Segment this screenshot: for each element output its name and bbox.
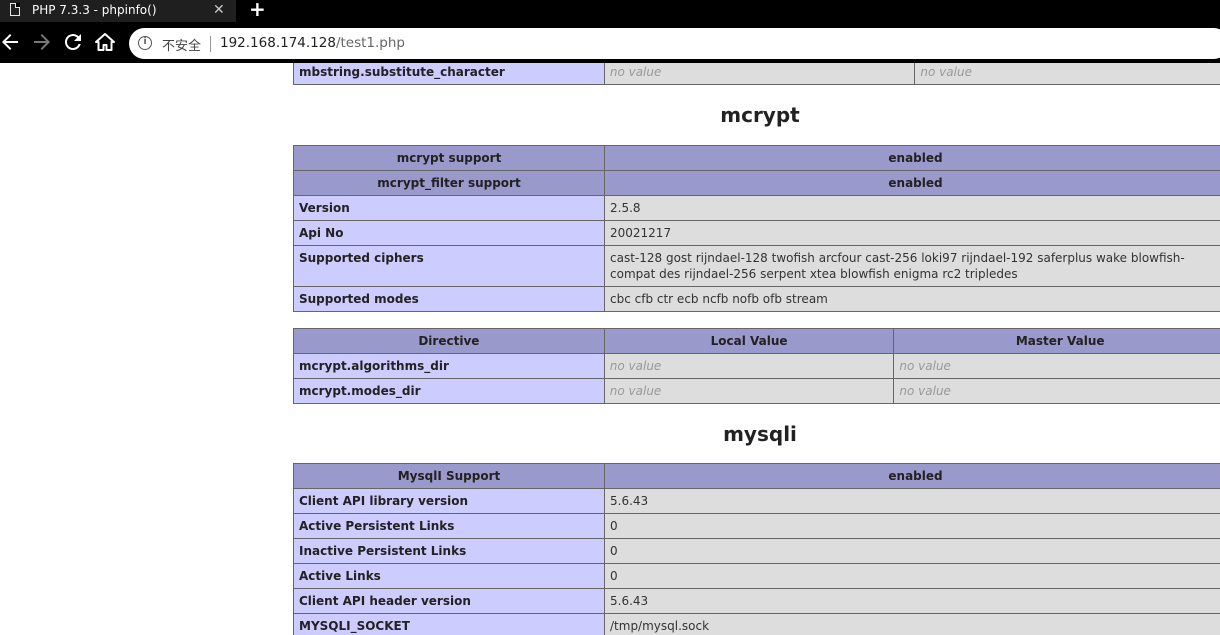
- table-row: Active Persistent Links 0: [293, 513, 1220, 539]
- row-name: Inactive Persistent Links: [293, 538, 605, 564]
- table-row: mcrypt_filter support enabled: [293, 170, 1220, 196]
- row-name: mcrypt_filter support: [293, 170, 605, 196]
- row-name: MYSQLI_SOCKET: [293, 613, 605, 635]
- mcrypt-info-table: mcrypt support enabled mcrypt_filter sup…: [293, 145, 1220, 312]
- info-icon[interactable]: i: [138, 36, 152, 50]
- table-row: Version 2.5.8: [293, 195, 1220, 221]
- row-value: 0: [604, 538, 1220, 564]
- back-icon[interactable]: [0, 30, 22, 54]
- tab-phpinfo[interactable]: PHP 7.3.3 - phpinfo() ✕: [0, 0, 236, 22]
- mysqli-info-table: MysqlI Support enabled Client API librar…: [293, 463, 1220, 635]
- url-path: /test1.php: [335, 35, 406, 51]
- column-header-local: Local Value: [603, 328, 895, 354]
- tab-title: PHP 7.3.3 - phpinfo(): [32, 3, 157, 17]
- browser-toolbar: i 不安全 192.168.174.128/test1.php: [0, 22, 1220, 63]
- table-row: Client API header version 5.6.43: [293, 588, 1220, 614]
- url-host: 192.168.174.128: [220, 35, 336, 51]
- row-value: enabled: [604, 170, 1220, 196]
- row-value: cbc cfb ctr ecb ncfb nofb ofb stream: [604, 286, 1220, 312]
- table-row: Inactive Persistent Links 0: [293, 538, 1220, 564]
- section-title-mcrypt: mcrypt: [720, 103, 800, 127]
- directive-name: mcrypt.algorithms_dir: [293, 353, 605, 379]
- row-value: 5.6.43: [604, 488, 1220, 514]
- reload-icon[interactable]: [61, 30, 85, 54]
- row-value: /tmp/mysql.sock: [604, 613, 1220, 635]
- row-name: Version: [293, 195, 605, 221]
- table-row: mcrypt support enabled: [293, 145, 1220, 171]
- table-row: Supported modes cbc cfb ctr ecb ncfb nof…: [293, 286, 1220, 312]
- section-title-mysqli: mysqli: [723, 422, 797, 446]
- table-row: Supported ciphers cast-128 gost rijndael…: [293, 245, 1220, 287]
- table-row: MYSQLI_SOCKET /tmp/mysql.sock: [293, 613, 1220, 635]
- directive-name: mcrypt.modes_dir: [293, 378, 605, 404]
- row-value: 2.5.8: [604, 195, 1220, 221]
- table-row: mbstring.substitute_character no value n…: [293, 63, 1220, 85]
- security-label[interactable]: 不安全: [162, 35, 201, 54]
- page-icon: [10, 3, 20, 16]
- local-value: no value: [603, 63, 916, 85]
- tab-strip: PHP 7.3.3 - phpinfo() ✕ +: [0, 0, 1220, 22]
- table-row: Client API library version 5.6.43: [293, 488, 1220, 514]
- close-tab-icon[interactable]: ✕: [213, 1, 225, 19]
- row-name: Supported modes: [293, 286, 605, 312]
- row-name: Client API library version: [293, 488, 605, 514]
- table-row: Api No 20021217: [293, 220, 1220, 246]
- row-name: Active Links: [293, 563, 605, 589]
- row-value: 20021217: [604, 220, 1220, 246]
- row-name: Active Persistent Links: [293, 513, 605, 539]
- mcrypt-directives-table: Directive Local Value Master Value mcryp…: [293, 328, 1220, 404]
- master-value: no value: [893, 378, 1220, 404]
- column-header-directive: Directive: [293, 328, 605, 354]
- master-value: no value: [893, 353, 1220, 379]
- row-value: 5.6.43: [604, 588, 1220, 614]
- mbstring-table: mbstring.substitute_character no value n…: [293, 63, 1220, 85]
- local-value: no value: [603, 378, 895, 404]
- row-value: cast-128 gost rijndael-128 twofish arcfo…: [604, 245, 1220, 287]
- local-value: no value: [603, 353, 895, 379]
- url-text[interactable]: 192.168.174.128/test1.php: [220, 35, 405, 51]
- table-row: mcrypt.algorithms_dir no value no value: [293, 353, 1220, 379]
- row-name: Supported ciphers: [293, 245, 605, 287]
- table-header-row: Directive Local Value Master Value: [293, 328, 1220, 354]
- master-value: no value: [914, 63, 1220, 85]
- row-value: 0: [604, 563, 1220, 589]
- row-name: Api No: [293, 220, 605, 246]
- row-name: MysqlI Support: [293, 463, 605, 489]
- row-value: enabled: [604, 463, 1220, 489]
- directive-name: mbstring.substitute_character: [293, 63, 605, 85]
- row-value: 0: [604, 513, 1220, 539]
- column-header-master: Master Value: [893, 328, 1220, 354]
- new-tab-button[interactable]: +: [249, 0, 266, 20]
- divider: [210, 36, 211, 52]
- table-row: MysqlI Support enabled: [293, 463, 1220, 489]
- row-name: Client API header version: [293, 588, 605, 614]
- forward-icon[interactable]: [30, 30, 54, 54]
- table-row: Active Links 0: [293, 563, 1220, 589]
- row-value: enabled: [604, 145, 1220, 171]
- address-bar[interactable]: i 不安全 192.168.174.128/test1.php: [129, 28, 1220, 59]
- row-name: mcrypt support: [293, 145, 605, 171]
- home-icon[interactable]: [93, 30, 117, 54]
- page-content: mbstring.substitute_character no value n…: [0, 63, 1220, 635]
- table-row: mcrypt.modes_dir no value no value: [293, 378, 1220, 404]
